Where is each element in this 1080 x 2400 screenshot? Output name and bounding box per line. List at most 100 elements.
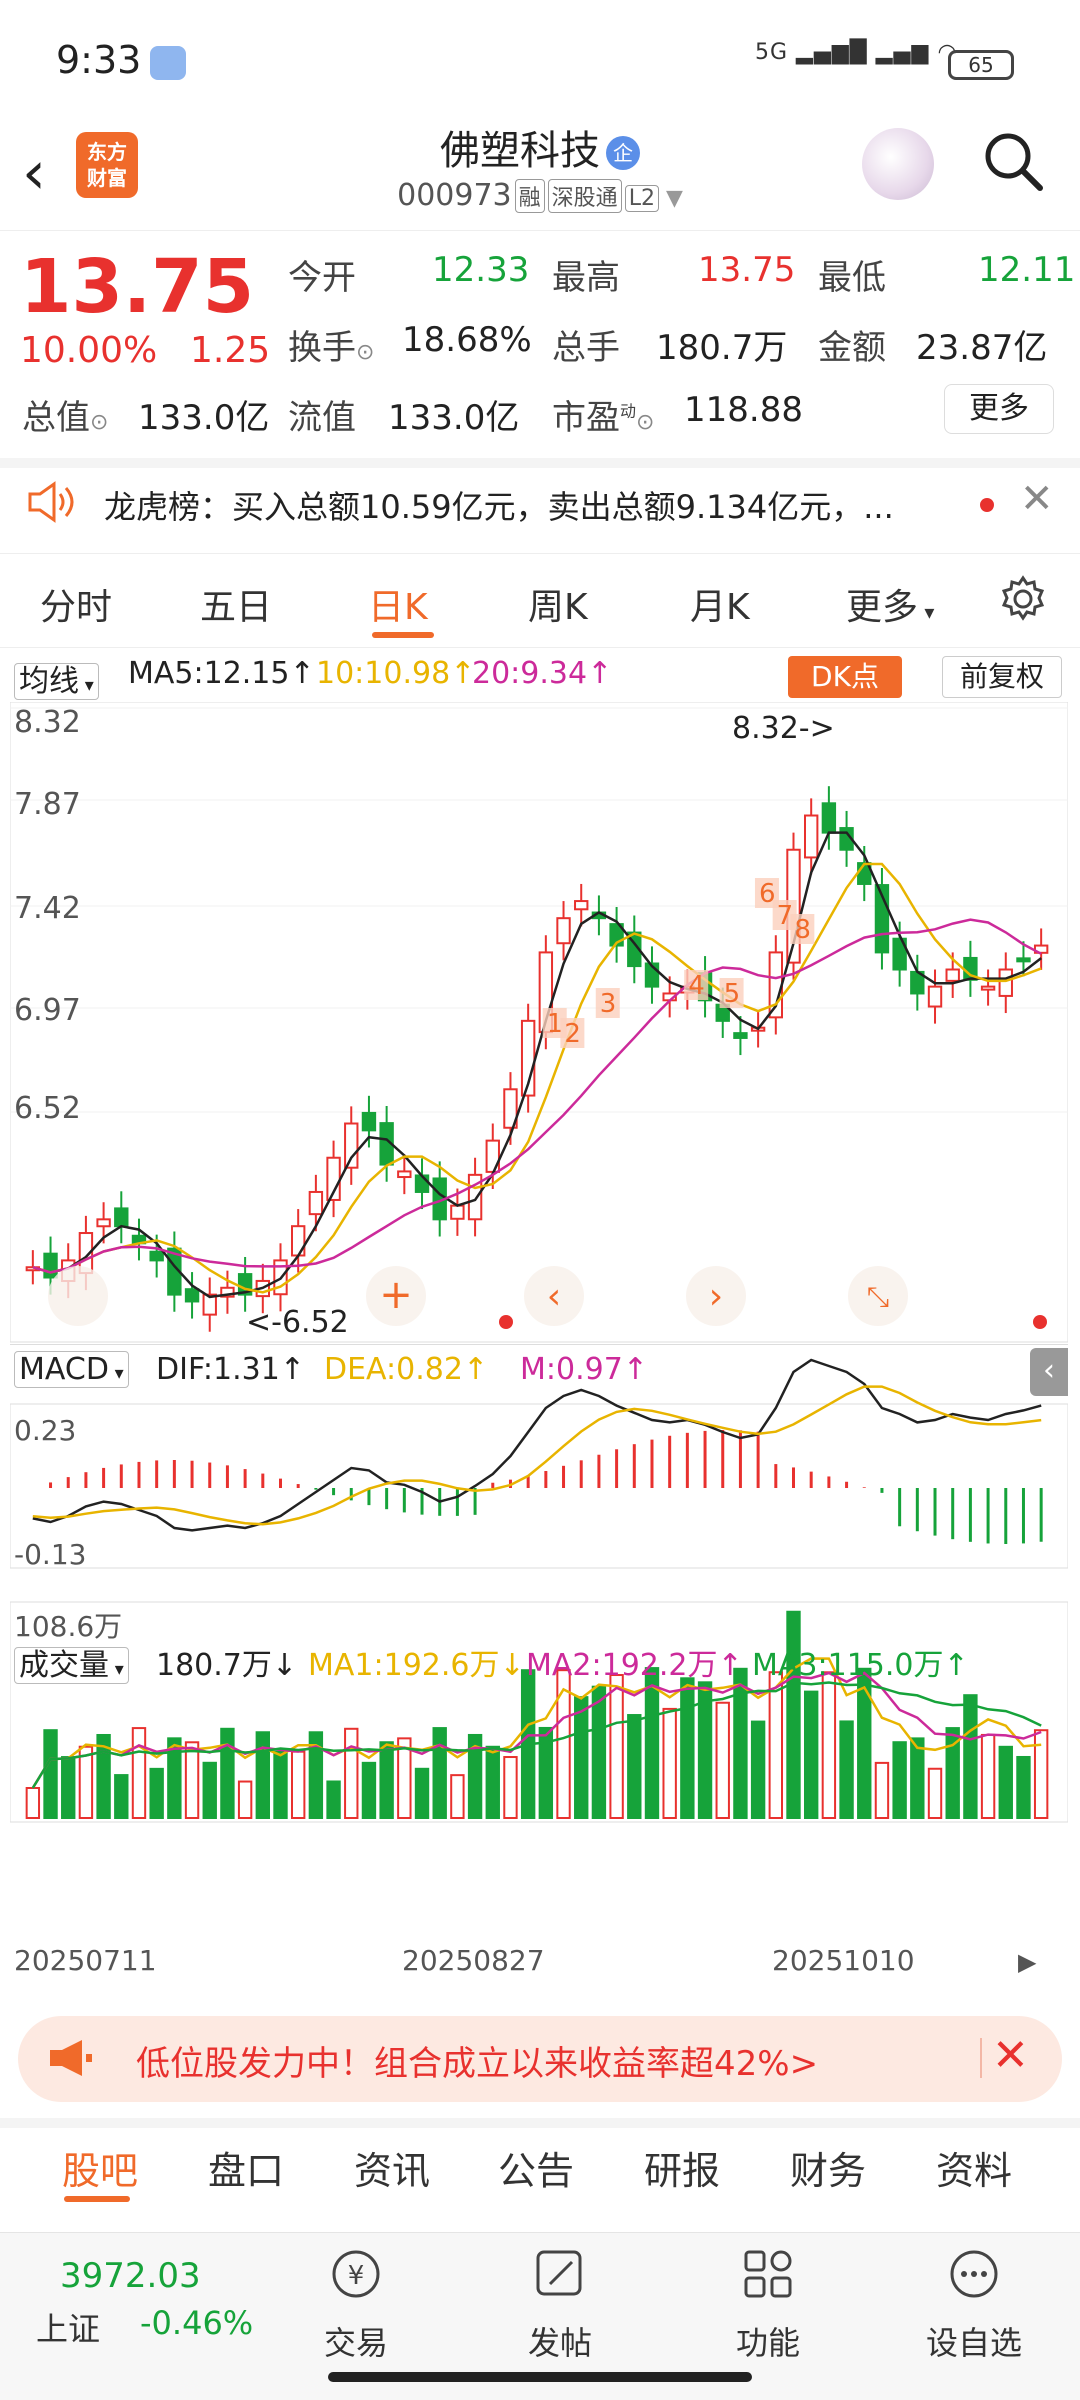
post-icon[interactable]	[530, 2244, 590, 2304]
play-icon[interactable]: ▶	[1018, 1948, 1037, 1976]
signal-label: 5	[724, 979, 741, 1009]
macd-select[interactable]: MACD ▾	[14, 1351, 129, 1388]
volume-bar	[574, 1696, 589, 1820]
candle-body	[344, 1122, 359, 1169]
tab-underline	[372, 632, 434, 638]
change-percent: 10.00%	[20, 330, 158, 371]
volume-bar	[131, 1727, 147, 1819]
index-value[interactable]: 3972.03	[60, 2256, 201, 2296]
tab-news[interactable]: 资讯	[354, 2140, 430, 2195]
event-dot	[499, 1315, 513, 1329]
assistant-robot-icon[interactable]	[862, 128, 934, 200]
ma10-line	[32, 862, 1042, 1294]
volume-bar	[220, 1727, 235, 1820]
date-label: 20250711	[14, 1944, 157, 1977]
event-dot	[1033, 1315, 1047, 1329]
y-tick-label: 6.52	[14, 1091, 81, 1126]
tab-profile[interactable]: 资料	[936, 2140, 1012, 2195]
volume-bar	[750, 1720, 766, 1820]
volume-bar	[432, 1727, 447, 1820]
volume-bar	[114, 1774, 129, 1819]
more-icon[interactable]	[944, 2244, 1004, 2304]
candle-body	[361, 1111, 377, 1132]
kline-chart[interactable]: 1 234 567 8 8.327.877.426.976.52 8.32-> <-6…	[10, 702, 1068, 1992]
tab-daily-k[interactable]: 日K	[368, 578, 428, 630]
nav-watchlist[interactable]: 设自选	[922, 2318, 1026, 2364]
mcap-label: 总值⊙	[22, 398, 109, 438]
tab-intraday[interactable]: 分时	[40, 578, 112, 630]
y-tick-label: 7.87	[14, 787, 81, 822]
candle-body	[998, 968, 1013, 997]
tab-finance[interactable]: 财务	[790, 2140, 866, 2195]
candle-body	[450, 1204, 465, 1220]
dk-point-button[interactable]: DK点	[788, 656, 902, 698]
vol-ma3-value: MA3:115.0万↑	[752, 1648, 969, 1683]
candle-body	[308, 1190, 324, 1216]
pe-label: 市盈动⊙	[552, 398, 655, 438]
signal-icon: 5G ▂▄▆█ ▂▄▆ ◠	[755, 40, 958, 65]
vol-ma1-value: MA1:192.6万↓	[308, 1648, 525, 1683]
collapse-button[interactable]	[48, 1266, 108, 1326]
volume-bar	[591, 1685, 607, 1820]
close-icon[interactable]: ✕	[992, 2030, 1029, 2081]
volume-value: 180.7万	[656, 328, 788, 368]
volume-bar	[273, 1750, 288, 1820]
volume-select[interactable]: 成交量 ▾	[14, 1640, 129, 1684]
tab-announcements[interactable]: 公告	[498, 2140, 574, 2195]
adjust-button[interactable]: 前复权	[942, 656, 1062, 698]
tab-monthly-k[interactable]: 月K	[690, 578, 750, 630]
chevron-left-icon: ‹	[547, 1276, 561, 1317]
promo-text[interactable]: 低位股发力中！组合成立以来收益率超42%>	[136, 2036, 818, 2085]
candle-body	[114, 1207, 129, 1228]
volume-bar	[998, 1745, 1013, 1820]
nav-post[interactable]: 发帖	[522, 2318, 598, 2364]
nav-trade[interactable]: 交易	[318, 2318, 394, 2364]
gear-icon[interactable]	[998, 574, 1048, 624]
volume-bar	[874, 1761, 890, 1819]
index-name[interactable]: 上证	[36, 2304, 100, 2350]
tab-five-day[interactable]: 五日	[200, 578, 272, 630]
tag-l2: L2	[624, 185, 659, 212]
signal-label: 8	[794, 915, 811, 945]
candle-body	[1016, 957, 1031, 963]
tab-more[interactable]: 更多 ▾	[846, 578, 934, 630]
speaker-icon	[28, 481, 74, 523]
chevron-down-icon[interactable]: ▼	[659, 186, 683, 211]
float-value: 133.0亿	[388, 398, 520, 438]
promo-divider	[980, 2038, 982, 2078]
volume-bar	[963, 1694, 978, 1819]
battery-icon: 65	[948, 50, 1014, 80]
plus-icon: +	[379, 1272, 413, 1318]
tab-forum[interactable]: 股吧	[62, 2140, 138, 2195]
trade-icon[interactable]: ¥	[326, 2244, 386, 2304]
notice-unread-dot	[980, 498, 994, 512]
status-bar: 9:33 5G ▂▄▆█ ▂▄▆ ◠ 65	[0, 0, 1080, 120]
volume-bar	[662, 1707, 677, 1819]
more-quote-button[interactable]: 更多	[944, 384, 1054, 434]
m-value: M:0.97↑	[520, 1352, 648, 1387]
macd-y-bottom: -0.13	[14, 1538, 86, 1571]
volume-bar	[61, 1756, 76, 1820]
open-value: 12.33	[432, 250, 530, 290]
volume-bar	[202, 1761, 217, 1819]
volume-bar	[644, 1667, 660, 1819]
subtab-underline	[64, 2196, 130, 2202]
grid-icon[interactable]	[738, 2244, 798, 2304]
home-indicator	[328, 2372, 752, 2382]
search-icon[interactable]	[982, 130, 1044, 192]
date-label: 20251010	[772, 1944, 915, 1977]
candle-body	[980, 985, 996, 991]
mcap-value: 133.0亿	[138, 398, 270, 438]
notice-text[interactable]: 龙虎榜：买入总额10.59亿元，卖出总额9.134亿元，...	[104, 482, 894, 528]
tab-research[interactable]: 研报	[644, 2140, 720, 2195]
candle-body	[96, 1218, 111, 1228]
index-change[interactable]: -0.46%	[140, 2304, 253, 2342]
ma-type-select[interactable]: 均线 ▾	[14, 656, 99, 700]
volume-bar	[927, 1767, 943, 1820]
close-icon[interactable]: ✕	[1020, 476, 1054, 522]
candle-body	[556, 917, 571, 945]
tab-weekly-k[interactable]: 周K	[528, 578, 588, 630]
side-panel-toggle[interactable]: ‹	[1030, 1348, 1068, 1396]
tab-orderbook[interactable]: 盘口	[208, 2140, 284, 2195]
nav-functions[interactable]: 功能	[730, 2318, 806, 2364]
